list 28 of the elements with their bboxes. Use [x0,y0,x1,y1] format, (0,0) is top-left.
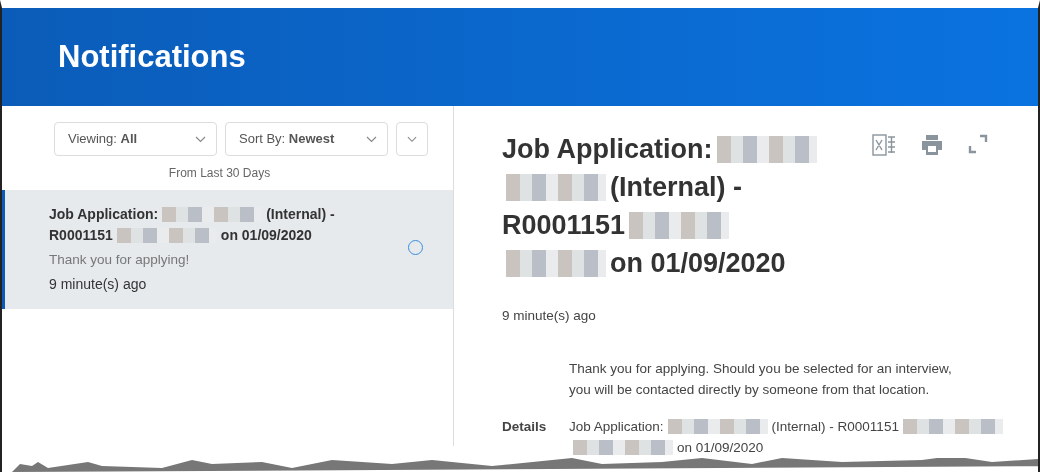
spreadsheet-icon[interactable] [872,134,896,156]
detail-title: (Internal) - [610,171,742,204]
notification-title: on 01/09/2020 [220,226,312,245]
message-text: Thank you for applying. Should you be selected for an interview, [569,360,953,379]
notification-item[interactable]: Job Application: (Internal) - R0001151 on 01/09/2020 Thank you for applying! 9 minute(s) ago [2,190,453,310]
chevron-icon [366,135,377,143]
details-text: Job Application: [569,418,664,437]
chevron-icon [195,135,206,143]
page-title: Notifications [58,38,247,76]
expand-icon[interactable] [968,134,988,154]
chevron-icon [407,135,417,143]
filter-dropdown[interactable]: Viewing: All [54,122,217,156]
notification-title: R0001151 [49,226,113,245]
print-icon[interactable] [920,134,944,156]
details-text: (Internal) - R0001151 [771,418,899,437]
detail-title: on 01/09/2020 [610,247,786,280]
detail-title: R0001151 [502,209,626,242]
date-range-note: From Last 30 Days [168,166,271,180]
filter-dropdown[interactable]: Sort By: Newest [225,122,388,156]
notification-time: 9 minute(s) ago [49,275,148,295]
notification-title: (Internal) - [266,205,335,224]
notification-message: Thank you for applying! [49,251,191,269]
notification-title: Job Application: [49,205,159,224]
details-label: Details [502,419,547,435]
message-text: you will be contacted directly by someone from that location. [569,381,931,400]
details-text: on 01/09/2020 [677,439,764,458]
notification-time: 9 minute(s) ago [502,308,596,323]
detail-title: Job Application: [502,133,713,166]
